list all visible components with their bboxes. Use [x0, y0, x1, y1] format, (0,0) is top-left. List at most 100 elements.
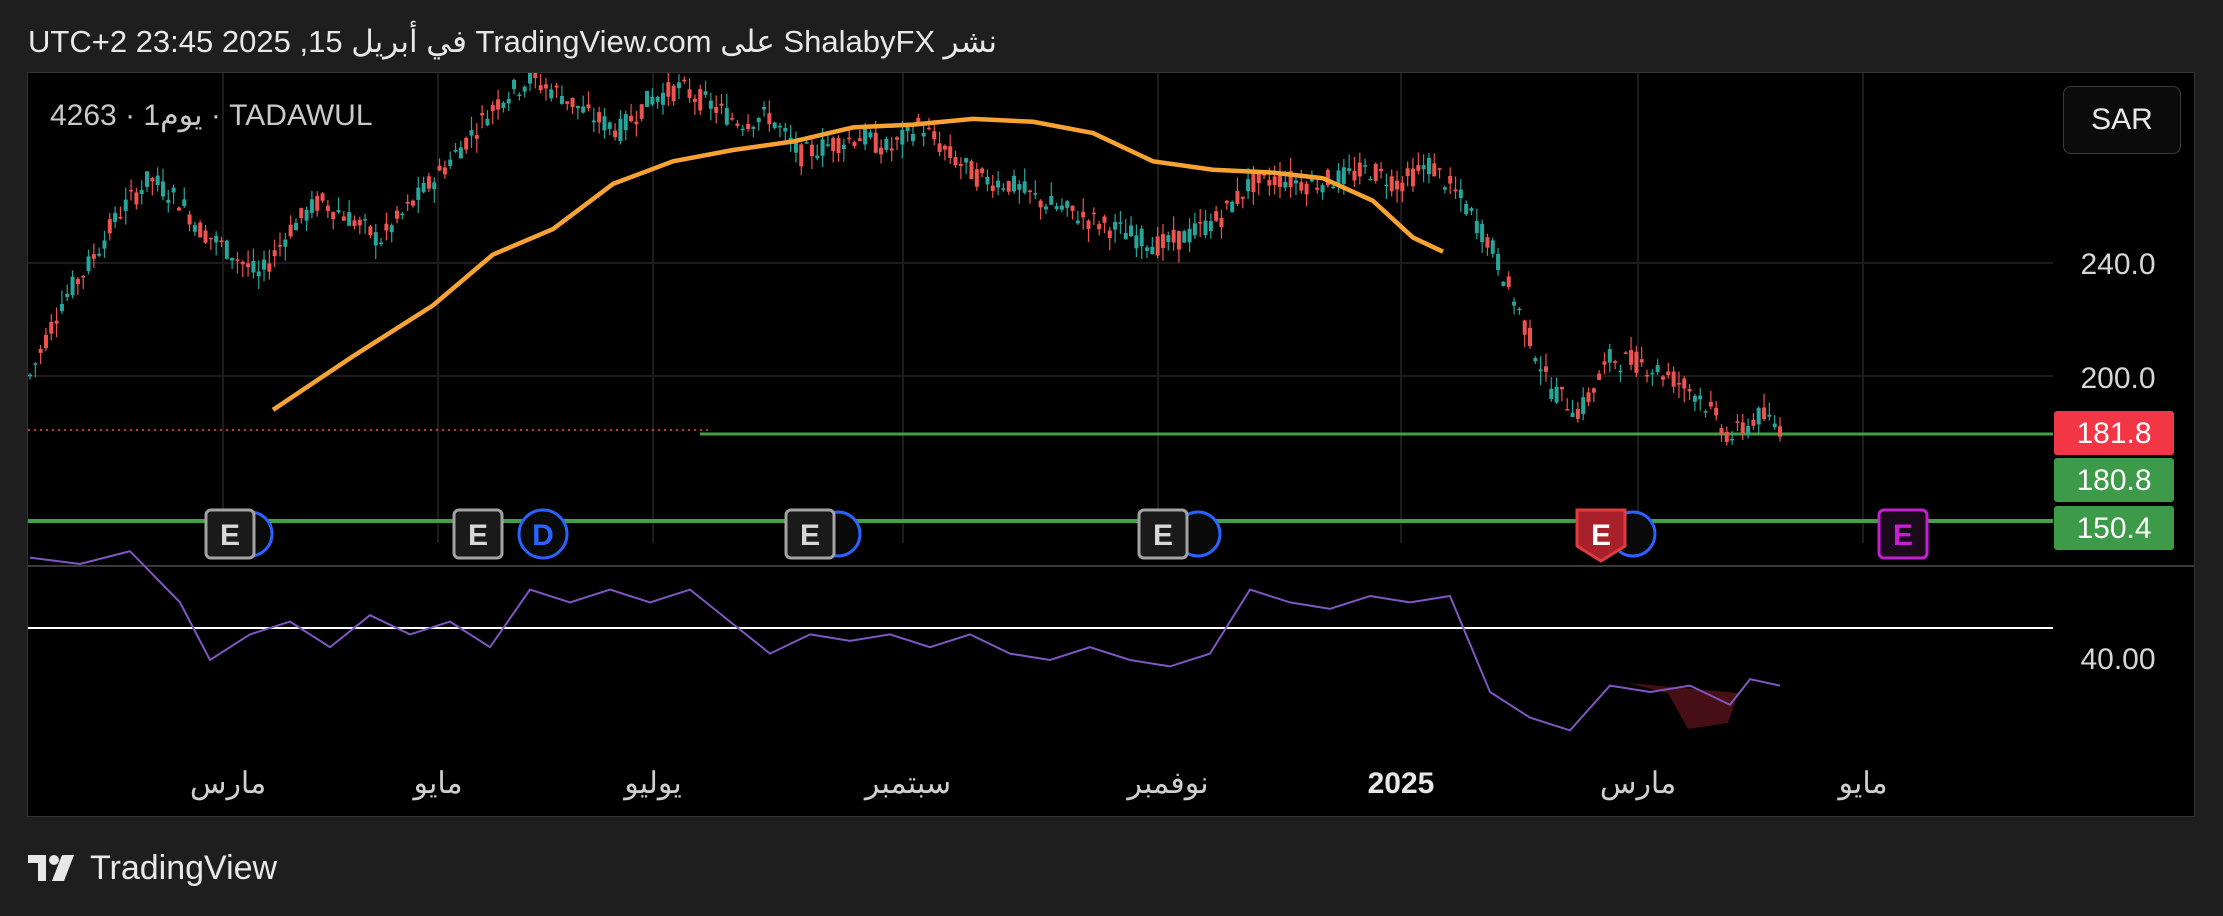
candle-body	[1719, 427, 1724, 435]
candle-body	[426, 176, 431, 189]
candle-body	[1692, 395, 1697, 402]
rsi-line[interactable]	[29, 550, 1781, 732]
candle-body	[1081, 211, 1086, 218]
candle-body	[86, 256, 91, 272]
candle-body	[836, 138, 841, 154]
candle-body	[1421, 165, 1426, 170]
candle-body	[278, 245, 282, 247]
footer: TradingView	[28, 848, 277, 888]
x-axis-label: مارس	[190, 767, 266, 801]
candle-body	[1357, 162, 1362, 177]
candle-body	[565, 101, 570, 104]
candle-body	[969, 161, 974, 180]
candle-body	[43, 334, 48, 349]
candle-body	[767, 113, 772, 125]
candle-body	[160, 181, 165, 197]
earnings-marker-label: E	[1893, 519, 1913, 552]
candle-body	[1038, 200, 1043, 208]
currency-button[interactable]: SAR	[2063, 86, 2181, 154]
candle-body	[1246, 179, 1251, 192]
candle-body	[107, 219, 112, 234]
candle-body	[772, 122, 777, 128]
candle-body	[331, 212, 336, 219]
candle-body	[581, 106, 586, 113]
candle-body	[59, 303, 64, 312]
candle-body	[1400, 182, 1405, 192]
candle-body	[187, 214, 192, 225]
chart-canvas[interactable]: 240.0 200.0 40.00 181.8 180.8 150.4 E E D E E E E مار…	[28, 73, 2195, 817]
candle-body	[214, 235, 219, 243]
chart-area[interactable]: 240.0 200.0 40.00 181.8 180.8 150.4 E E D E E E E مار…	[27, 72, 2195, 817]
candle-body	[517, 94, 522, 96]
candle-body	[1299, 182, 1304, 191]
candle-body	[198, 222, 203, 238]
candle-body	[1102, 216, 1107, 223]
candle-body	[1320, 185, 1325, 193]
candle-body	[1416, 165, 1421, 171]
candle-body	[719, 103, 724, 106]
candle-body	[1767, 414, 1772, 417]
candle-body	[549, 89, 554, 99]
candle-body	[123, 199, 128, 211]
candle-body	[219, 240, 224, 243]
candle-body	[1389, 176, 1394, 192]
candle-body	[1001, 188, 1006, 190]
candle-body	[1410, 168, 1415, 187]
candle-body	[692, 98, 697, 102]
candle-body	[1528, 327, 1532, 347]
candle-body	[889, 148, 894, 151]
candle-body	[1666, 371, 1671, 376]
candle-body	[1208, 221, 1213, 231]
candle-body	[182, 199, 187, 207]
candle-body	[474, 135, 479, 139]
candle-body	[38, 348, 43, 353]
candle-body	[852, 142, 857, 146]
candle-body	[81, 275, 86, 278]
candle-body	[176, 207, 181, 211]
candle-body	[793, 141, 798, 153]
candle-body	[405, 201, 410, 204]
candle-body	[1192, 223, 1197, 236]
candle-body	[831, 138, 836, 152]
candle-body	[1618, 370, 1623, 373]
candle-body	[1230, 201, 1235, 212]
candle-body	[1575, 409, 1580, 419]
candle-body	[1059, 205, 1064, 210]
candle-body	[820, 139, 825, 156]
candle-body	[1379, 168, 1384, 172]
candle-body	[1341, 167, 1346, 184]
candle-body	[714, 106, 719, 113]
candle-body	[28, 374, 32, 377]
candle-body	[1506, 276, 1511, 287]
earnings-marker-label: E	[1591, 519, 1611, 552]
candle-body	[554, 85, 559, 88]
candle-body	[1017, 184, 1022, 190]
candle-body	[1597, 373, 1602, 380]
candle-body	[102, 240, 107, 249]
candle-body	[751, 126, 756, 129]
candle-body	[416, 187, 421, 200]
rsi-tick-40: 40.00	[2080, 643, 2155, 676]
candle-body	[1203, 220, 1208, 236]
candle-body	[1623, 352, 1628, 354]
candle-body	[570, 97, 575, 108]
candle-body	[1591, 388, 1596, 393]
candle-body	[1762, 407, 1767, 420]
candle-body	[145, 171, 150, 187]
candle-body	[1607, 349, 1612, 363]
candle-body	[1049, 195, 1054, 205]
candle-body	[1267, 179, 1272, 186]
candle-body	[304, 209, 309, 221]
candle-body	[762, 106, 767, 110]
candle-body	[1512, 301, 1517, 306]
candle-body	[442, 167, 447, 175]
candle-body	[272, 250, 277, 257]
candle-body	[262, 259, 267, 270]
candle-body	[618, 118, 623, 141]
candle-body	[884, 138, 889, 150]
candle-body	[634, 121, 639, 125]
candle-body	[671, 85, 676, 102]
price-badge-label: 181.8	[2076, 417, 2151, 450]
candle-body	[1570, 412, 1575, 418]
earnings-marker-label: E	[1153, 519, 1173, 552]
